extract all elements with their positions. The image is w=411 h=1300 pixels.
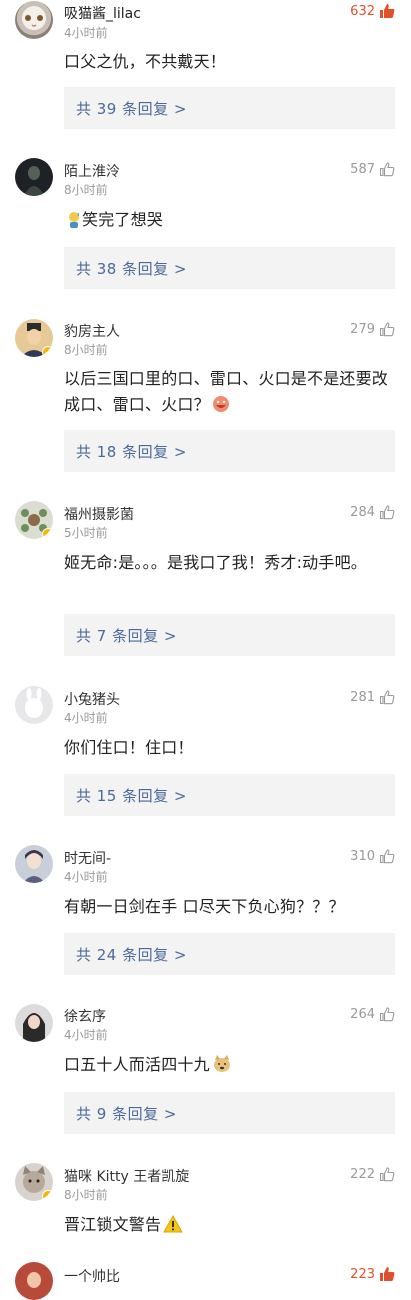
figure-avatar-icon bbox=[24, 166, 44, 196]
username[interactable]: 小兔猪头 bbox=[64, 689, 120, 709]
comment-text: 以后三国口里的口、雷口、火口是不是还要改成口、雷口、火口？ bbox=[64, 366, 396, 421]
username[interactable]: 豹房主人 bbox=[64, 321, 120, 341]
username[interactable]: 吸猫酱_lilac bbox=[64, 3, 141, 23]
like-button[interactable]: 310 bbox=[350, 848, 395, 864]
username[interactable]: 徐玄序 bbox=[64, 1006, 106, 1026]
timestamp: 8小时前 bbox=[64, 343, 108, 357]
avatar[interactable] bbox=[15, 501, 53, 539]
view-replies-button[interactable]: 共 7 条回复 > bbox=[64, 614, 395, 656]
like-button[interactable]: 284 bbox=[350, 504, 395, 520]
view-replies-button[interactable]: 共 15 条回复 > bbox=[64, 774, 395, 816]
avatar[interactable] bbox=[15, 319, 53, 357]
avatar[interactable] bbox=[15, 845, 53, 883]
warning-icon bbox=[163, 1214, 184, 1241]
comment-text: 有朝一日剑在手 口尽天下负心狗？？？ bbox=[64, 897, 345, 916]
timestamp: 8小时前 bbox=[64, 1188, 108, 1202]
drooling-face-emoji-icon bbox=[212, 395, 230, 421]
username[interactable]: 时无间- bbox=[64, 848, 111, 868]
thumbs-up-icon bbox=[379, 849, 395, 864]
comment-text: 姬无命:是。。。是我口了我！秀才:动手吧。 bbox=[64, 553, 367, 572]
doge-emoji-icon bbox=[212, 1055, 232, 1081]
view-replies-button[interactable]: 共 24 条回复 > bbox=[64, 933, 395, 975]
view-replies-button[interactable]: 共 9 条回复 > bbox=[64, 1092, 395, 1134]
like-button[interactable]: 264 bbox=[350, 1006, 395, 1022]
view-replies-button[interactable]: 共 18 条回复 > bbox=[64, 430, 395, 472]
verified-badge-icon bbox=[42, 1190, 53, 1201]
comment-text: 口父之仇，不共戴天！ bbox=[64, 52, 227, 71]
like-count: 281 bbox=[350, 689, 375, 705]
thumbs-up-icon bbox=[380, 4, 395, 18]
avatar[interactable] bbox=[15, 158, 53, 196]
sweat-face-emoji-icon bbox=[66, 210, 82, 236]
like-button[interactable]: 222 bbox=[350, 1166, 395, 1182]
like-button[interactable]: 632 bbox=[350, 3, 395, 19]
like-button[interactable]: 279 bbox=[350, 321, 395, 337]
avatar[interactable] bbox=[15, 1004, 53, 1042]
comment-text: 你们住口！住口！ bbox=[64, 738, 194, 757]
like-count: 222 bbox=[350, 1166, 375, 1182]
avatar[interactable] bbox=[15, 686, 53, 724]
timestamp: 5小时前 bbox=[64, 526, 108, 540]
like-count: 264 bbox=[350, 1006, 375, 1022]
thumbs-up-icon bbox=[379, 162, 395, 177]
view-replies-button[interactable]: 共 38 条回复 > bbox=[64, 247, 395, 289]
username[interactable]: 一个帅比 bbox=[64, 1266, 120, 1286]
username[interactable]: 猫咪 Kitty 王者凯旋 bbox=[64, 1166, 189, 1186]
like-count: 279 bbox=[350, 321, 375, 337]
thumbs-up-icon bbox=[379, 505, 395, 520]
timestamp: 4小时前 bbox=[64, 711, 108, 725]
username[interactable]: 陌上淮泠 bbox=[64, 161, 120, 181]
cat-avatar-icon bbox=[25, 15, 43, 27]
timestamp: 4小时前 bbox=[64, 26, 108, 40]
person-avatar-icon bbox=[27, 1272, 41, 1288]
like-count: 310 bbox=[350, 848, 375, 864]
thumbs-up-icon bbox=[379, 1007, 395, 1022]
verified-badge-icon bbox=[42, 528, 53, 539]
like-button[interactable]: 587 bbox=[350, 161, 395, 177]
verified-badge-icon bbox=[42, 346, 53, 357]
timestamp: 4小时前 bbox=[64, 1028, 108, 1042]
username[interactable]: 福州摄影菌 bbox=[64, 504, 134, 524]
timestamp: 4小时前 bbox=[64, 870, 108, 884]
like-count: 587 bbox=[350, 161, 375, 177]
view-replies-button[interactable]: 共 39 条回复 > bbox=[64, 87, 395, 129]
avatar[interactable] bbox=[15, 1, 53, 39]
like-button[interactable]: 281 bbox=[350, 689, 395, 705]
like-count: 284 bbox=[350, 504, 375, 520]
bunny-avatar-icon bbox=[25, 688, 43, 718]
anime-avatar-icon bbox=[23, 850, 45, 883]
person-avatar-icon bbox=[23, 1013, 45, 1042]
comment-text: 晋江锁文警告 bbox=[64, 1212, 396, 1241]
thumbs-up-icon bbox=[379, 690, 395, 705]
comment-text: 笑完了想哭 bbox=[64, 207, 396, 236]
comment-text: 口五十人而活四十九 bbox=[64, 1052, 396, 1081]
avatar[interactable] bbox=[15, 1163, 53, 1201]
avatar[interactable] bbox=[15, 1262, 53, 1300]
like-count: 632 bbox=[350, 3, 375, 19]
like-count: 223 bbox=[350, 1266, 375, 1282]
thumbs-up-icon bbox=[379, 322, 395, 337]
thumbs-up-icon bbox=[379, 1167, 395, 1182]
timestamp: 8小时前 bbox=[64, 183, 108, 197]
